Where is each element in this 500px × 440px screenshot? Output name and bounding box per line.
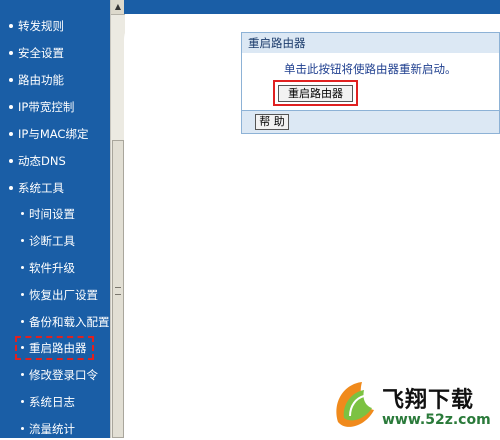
bullet-icon (9, 77, 13, 82)
watermark-title: 飞翔下载 (382, 388, 475, 413)
bullet-icon (9, 23, 13, 28)
bullet-icon (21, 400, 24, 403)
panel-footer: 帮 助 (242, 110, 499, 133)
sidebar-item-label: 恢复出厂设置 (29, 288, 98, 302)
sidebar-item-label: 软件升级 (29, 261, 75, 275)
bullet-icon (9, 50, 13, 55)
scroll-up-arrow-icon[interactable]: ▲ (111, 0, 125, 15)
panel-title: 重启路由器 (242, 33, 499, 53)
selected-item-highlight (15, 336, 94, 360)
bullet-icon (21, 373, 24, 376)
watermark: 飞翔下载 www.52z.com (322, 368, 500, 438)
bullet-icon (21, 239, 24, 242)
sidebar-item-firmware-upgrade[interactable]: 软件升级 (21, 257, 75, 279)
sidebar-item-label: 修改登录口令 (29, 368, 98, 382)
grip-icon (115, 287, 121, 295)
bullet-icon (9, 158, 13, 163)
bullet-icon (21, 266, 24, 269)
sidebar-item-label: 备份和载入配置 (29, 315, 110, 329)
sidebar-item-bandwidth[interactable]: IP带宽控制 (9, 96, 74, 118)
scrollbar-thumb[interactable] (112, 140, 124, 438)
sidebar-item-label: 转发规则 (18, 19, 64, 33)
sidebar-item-routing[interactable]: 路由功能 (9, 69, 64, 91)
bullet-icon (21, 427, 24, 430)
leaf-logo-icon (336, 382, 374, 427)
sidebar-item-label: IP带宽控制 (18, 100, 75, 114)
bullet-icon (21, 320, 24, 323)
reboot-button-highlight: 重启路由器 (273, 80, 358, 106)
watermark-url: www.52z.com (382, 412, 491, 428)
bullet-icon (21, 293, 24, 296)
sidebar-item-factory-reset[interactable]: 恢复出厂设置 (21, 284, 98, 306)
sidebar-item-ip-mac-binding[interactable]: IP与MAC绑定 (9, 123, 88, 145)
sidebar-scrollbar[interactable]: ▲ (110, 0, 125, 438)
sidebar-item-label: 时间设置 (29, 207, 75, 221)
sidebar-item-label: IP与MAC绑定 (18, 127, 89, 141)
sidebar-item-security[interactable]: 安全设置 (9, 42, 64, 64)
sidebar-item-label: 动态DNS (18, 154, 66, 168)
bullet-icon (9, 131, 13, 136)
reboot-panel: 重启路由器 单击此按钮将使路由器重新启动。 重启路由器 帮 助 (241, 32, 500, 134)
sidebar-item-label: 安全设置 (18, 46, 64, 60)
sidebar-item-time-settings[interactable]: 时间设置 (21, 203, 75, 225)
reboot-button[interactable]: 重启路由器 (278, 85, 353, 102)
sidebar-item-label: 路由功能 (18, 73, 64, 87)
sidebar-item-diagnostics[interactable]: 诊断工具 (21, 230, 75, 252)
sidebar-item-system-log[interactable]: 系统日志 (21, 391, 75, 413)
bullet-icon (9, 185, 13, 190)
sidebar-item-backup-restore[interactable]: 备份和载入配置 (21, 311, 110, 333)
top-banner (124, 0, 500, 14)
sidebar-item-label: 系统工具 (18, 181, 64, 195)
sidebar-item-label: 系统日志 (29, 395, 75, 409)
sidebar-item-label: 诊断工具 (29, 234, 75, 248)
sidebar-item-forwarding-rules[interactable]: 转发规则 (9, 15, 64, 37)
sidebar-item-system-tools[interactable]: 系统工具 (9, 177, 64, 199)
bullet-icon (9, 104, 13, 109)
bullet-icon (21, 212, 24, 215)
sidebar-item-traffic-stats[interactable]: 流量统计 (21, 418, 75, 440)
sidebar-item-label: 流量统计 (29, 422, 75, 436)
sidebar: 转发规则 安全设置 路由功能 IP带宽控制 IP与MAC绑定 动态DNS 系统工… (0, 0, 110, 438)
sidebar-item-ddns[interactable]: 动态DNS (9, 150, 66, 172)
sidebar-item-change-password[interactable]: 修改登录口令 (21, 364, 98, 386)
panel-message: 单击此按钮将使路由器重新启动。 (284, 62, 457, 76)
help-button[interactable]: 帮 助 (255, 114, 289, 130)
